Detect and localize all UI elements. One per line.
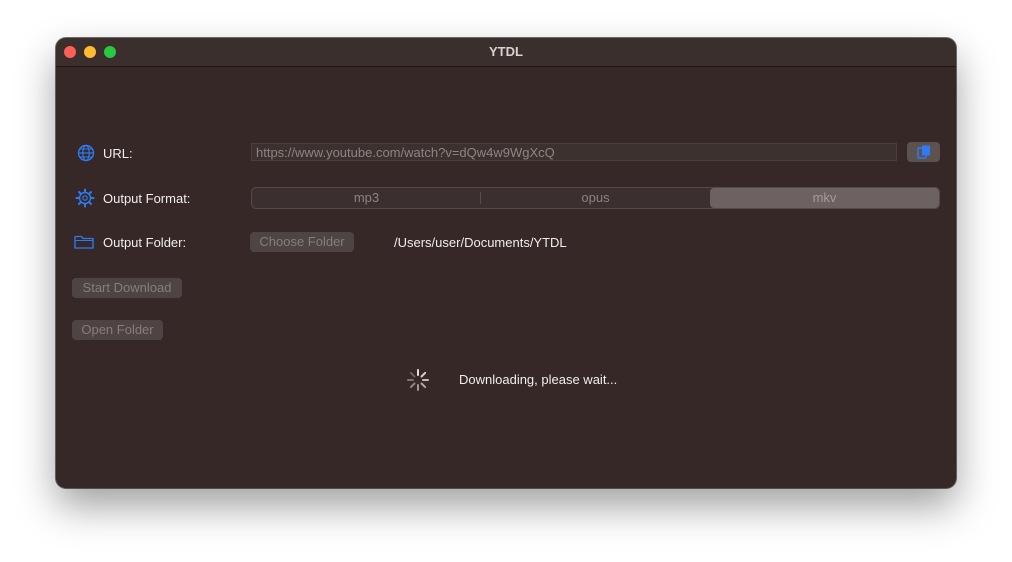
app-window: YTDL URL: https://www.youtube.com/watch?… [56, 38, 956, 488]
open-folder-button[interactable]: Open Folder [72, 320, 163, 340]
url-input[interactable]: https://www.youtube.com/watch?v=dQw4w9Wg… [251, 143, 897, 161]
paste-icon [917, 145, 930, 159]
title-bar[interactable]: YTDL [56, 38, 956, 67]
folder-icon [74, 235, 94, 249]
output-format-label: Output Format: [103, 191, 191, 206]
folder-path: /Users/user/Documents/YTDL [394, 235, 567, 250]
output-folder-label: Output Folder: [103, 235, 187, 250]
status-text: Downloading, please wait... [459, 372, 618, 387]
choose-folder-button[interactable]: Choose Folder [250, 232, 354, 252]
start-download-button[interactable]: Start Download [72, 278, 182, 298]
window-title: YTDL [489, 44, 523, 59]
url-label: URL: [103, 146, 133, 161]
format-option-mp3[interactable]: mp3 [252, 188, 481, 208]
gear-icon [75, 188, 95, 208]
format-option-mkv[interactable]: mkv [710, 188, 939, 208]
globe-icon [77, 144, 95, 162]
paste-button[interactable] [907, 142, 940, 162]
format-option-opus[interactable]: opus [481, 188, 710, 208]
format-segmented-control: mp3 opus mkv [251, 187, 940, 209]
spinner-icon [407, 369, 429, 391]
